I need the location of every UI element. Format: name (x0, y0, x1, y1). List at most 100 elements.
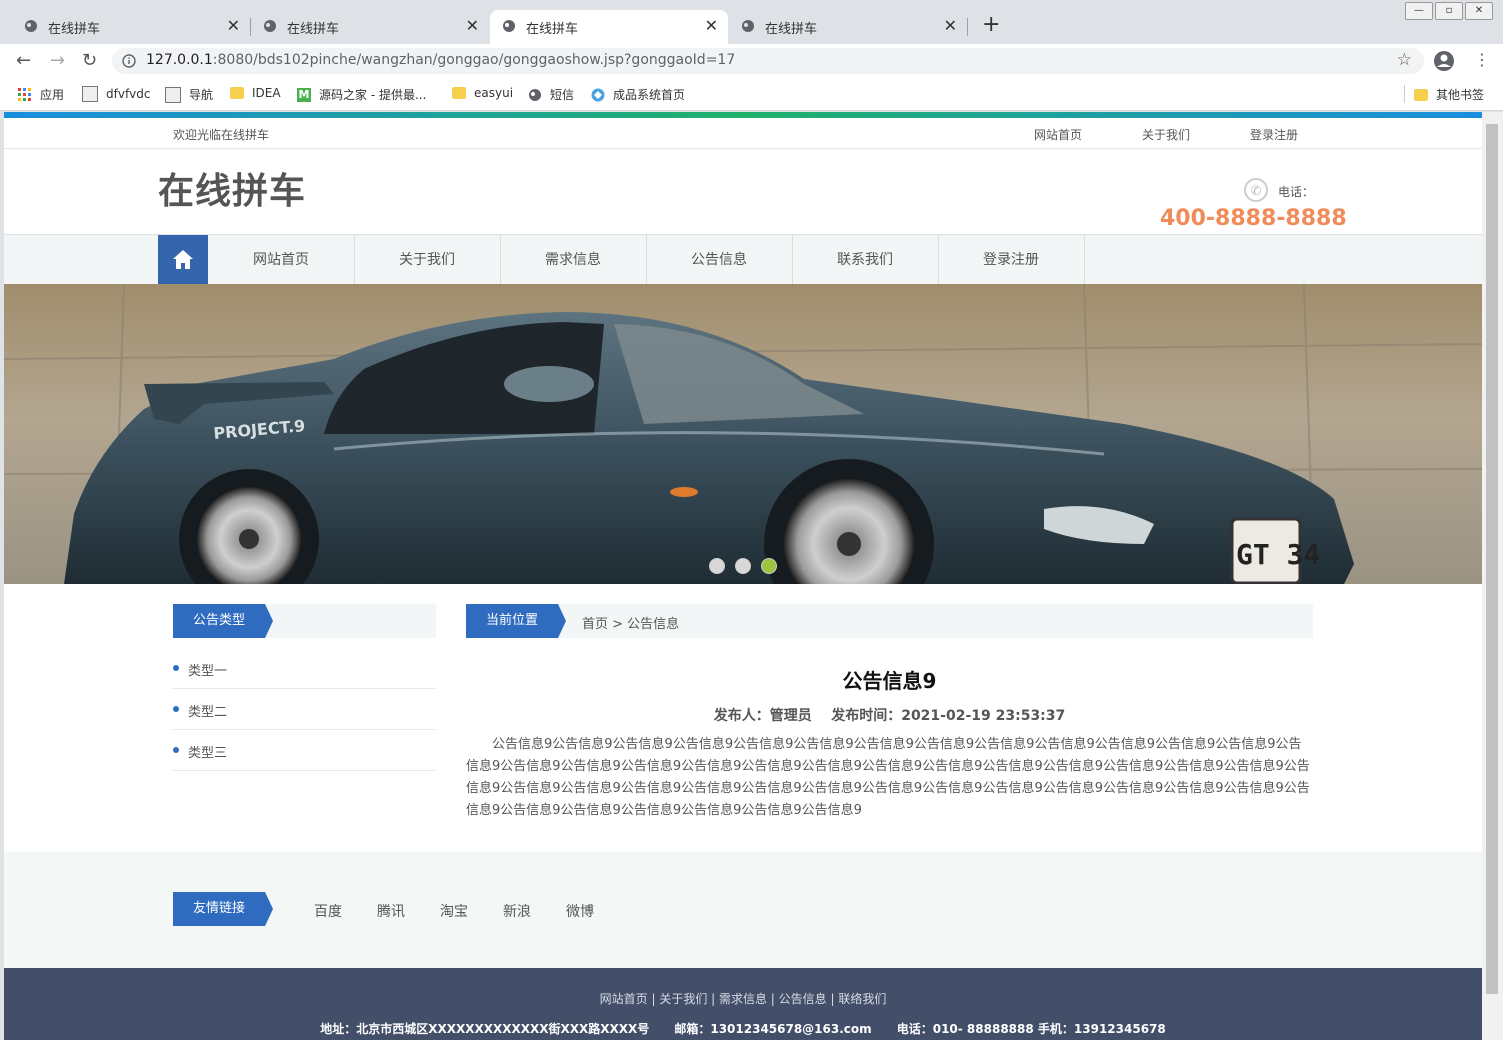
nav-item-contact[interactable]: 联系我们 (792, 235, 939, 285)
bookmark-apps[interactable]: 应用 (18, 86, 64, 103)
bookmark-label: 源码之家 - 提供最... (319, 88, 427, 102)
tab-separator (967, 18, 968, 36)
top-link-login[interactable]: 登录注册 (1250, 126, 1298, 143)
page-thumb-icon (165, 86, 181, 103)
bookmark-label: 其他书签 (1436, 88, 1485, 102)
url-host: 127.0.0.1 (146, 52, 213, 68)
page-viewport: 欢迎光临在线拼车 网站首页 关于我们 登录注册 在线拼车 ✆ 电话： 400-8… (4, 112, 1482, 1040)
close-tab-icon[interactable]: ✕ (227, 16, 240, 35)
bookmark-label: 导航 (189, 88, 214, 102)
breadcrumb-path[interactable]: 首页 > 公告信息 (582, 613, 679, 632)
tab-title: 在线拼车 (287, 21, 340, 37)
forward-icon[interactable]: → (50, 50, 65, 71)
tab-title: 在线拼车 (765, 21, 818, 37)
article-body: 公告信息9公告信息9公告信息9公告信息9公告信息9公告信息9公告信息9公告信息9… (466, 737, 1310, 818)
bookmark-label: dfvfvdc (106, 87, 151, 101)
sidebar-header: 公告类型 (173, 604, 436, 638)
info-icon[interactable] (122, 54, 136, 68)
bookmark-item[interactable]: M 源码之家 - 提供最... (297, 86, 426, 103)
close-tab-icon[interactable]: ✕ (466, 16, 479, 35)
friend-link[interactable]: 新浪 (503, 901, 531, 921)
welcome-text: 欢迎光临在线拼车 (173, 128, 270, 142)
friend-link[interactable]: 微博 (566, 901, 594, 921)
profile-avatar-icon[interactable] (1433, 50, 1455, 72)
carousel-dot[interactable] (709, 558, 725, 574)
carousel-dot-active[interactable] (761, 558, 777, 574)
other-bookmarks[interactable]: 其他书签 (1414, 86, 1484, 103)
friend-link[interactable]: 百度 (314, 901, 342, 921)
footer-links[interactable]: 网站首页 | 关于我们 | 需求信息 | 公告信息 | 联络我们 (4, 990, 1482, 1007)
nav-item-about[interactable]: 关于我们 (354, 235, 501, 285)
sidebar-item[interactable]: 类型一 (173, 648, 436, 689)
minimize-button[interactable]: — (1405, 2, 1433, 20)
banner-carousel[interactable]: PROJECT.9 GT 34 (4, 284, 1482, 584)
bookmark-item[interactable]: dfvfvdc (82, 86, 150, 102)
nav-item-demand[interactable]: 需求信息 (500, 235, 647, 285)
bookmark-star-icon[interactable]: ☆ (1397, 50, 1412, 70)
banner-car-image: PROJECT.9 GT 34 (4, 284, 1482, 584)
nav-item-notice[interactable]: 公告信息 (646, 235, 793, 285)
phone-number: 400-8888-8888 (1160, 206, 1347, 231)
bookmark-item[interactable]: 成品系统首页 (591, 86, 685, 103)
bookmark-item[interactable]: 导航 (165, 86, 213, 103)
folder-icon (1414, 88, 1428, 101)
nav-home-button[interactable] (158, 235, 208, 285)
footer-address: 地址：北京市西城区XXXXXXXXXXXXX街XXX路XXXX号 邮箱：1301… (320, 1022, 1166, 1036)
page-thumb-icon (82, 86, 98, 102)
browser-tab[interactable]: 在线拼车 ✕ (12, 10, 251, 44)
new-tab-button[interactable]: + (982, 12, 1000, 37)
friend-link[interactable]: 淘宝 (440, 901, 468, 921)
bookmark-folder[interactable]: IDEA (230, 86, 281, 100)
folder-icon (230, 87, 244, 99)
bookmark-label: IDEA (252, 86, 281, 100)
url-path: :8080/bds102pinche/wangzhan/gonggao/gong… (212, 52, 736, 68)
bookmark-label: easyui (474, 86, 514, 100)
vertical-scrollbar[interactable] (1482, 112, 1503, 1040)
close-tab-icon[interactable]: ✕ (705, 16, 718, 35)
scrollbar-thumb[interactable] (1486, 124, 1498, 994)
top-link-home[interactable]: 网站首页 (1034, 126, 1082, 143)
nav-item-home[interactable]: 网站首页 (208, 235, 355, 285)
bookmark-label: 短信 (550, 88, 575, 102)
window-controls: — ▫ ✕ (1403, 2, 1493, 20)
apps-grid-icon (18, 87, 31, 101)
address-bar[interactable]: 127.0.0.1:8080/bds102pinche/wangzhan/gon… (112, 48, 1424, 74)
close-window-button[interactable]: ✕ (1465, 2, 1493, 20)
article-meta: 发布人：管理员 发布时间：2021-02-19 23:53:37 (713, 708, 1066, 724)
browser-tab[interactable]: 在线拼车 ✕ (729, 10, 968, 44)
site-footer: 网站首页 | 关于我们 | 需求信息 | 公告信息 | 联络我们 地址：北京市西… (4, 968, 1482, 1040)
browser-tab-active[interactable]: 在线拼车 ✕ (490, 10, 728, 44)
sidebar-item-label: 类型一 (188, 664, 228, 679)
site-favicon-icon (591, 88, 605, 101)
globe-icon (742, 20, 754, 32)
menu-kebab-icon[interactable]: ⋮ (1474, 50, 1490, 69)
bookmark-item[interactable]: 短信 (528, 86, 574, 103)
friend-link[interactable]: 腾讯 (377, 901, 405, 921)
maximize-button[interactable]: ▫ (1435, 2, 1463, 20)
close-tab-icon[interactable]: ✕ (944, 16, 957, 35)
phone-label: 电话： (1278, 185, 1315, 199)
nav-item-login[interactable]: 登录注册 (938, 235, 1085, 285)
home-icon (173, 250, 193, 269)
back-icon[interactable]: ← (16, 50, 31, 71)
site-logo[interactable]: 在线拼车 (158, 162, 306, 214)
m-logo-icon: M (297, 87, 311, 102)
reload-icon[interactable]: ↻ (82, 50, 97, 71)
folder-icon (452, 87, 466, 99)
friend-links-header: 友情链接 (173, 892, 274, 926)
sidebar-item[interactable]: 类型二 (173, 689, 436, 730)
bookmark-folder[interactable]: easyui (452, 86, 513, 100)
tab-title: 在线拼车 (526, 21, 579, 37)
friend-links-section: 友情链接 百度 腾讯 淘宝 新浪 微博 (4, 852, 1482, 968)
bullet-icon (173, 706, 179, 712)
url-text[interactable]: 127.0.0.1:8080/bds102pinche/wangzhan/gon… (146, 52, 735, 68)
top-link-about[interactable]: 关于我们 (1142, 126, 1190, 143)
bookmark-label: 应用 (40, 88, 65, 102)
sidebar-item[interactable]: 类型三 (173, 730, 436, 771)
sidebar-item-label: 类型三 (188, 746, 228, 761)
browser-tab[interactable]: 在线拼车 ✕ (251, 10, 489, 44)
bookmark-divider (1404, 85, 1405, 103)
friend-links-title: 友情链接 (173, 892, 274, 926)
carousel-dot[interactable] (735, 558, 751, 574)
bookmark-label: 成品系统首页 (613, 88, 686, 102)
